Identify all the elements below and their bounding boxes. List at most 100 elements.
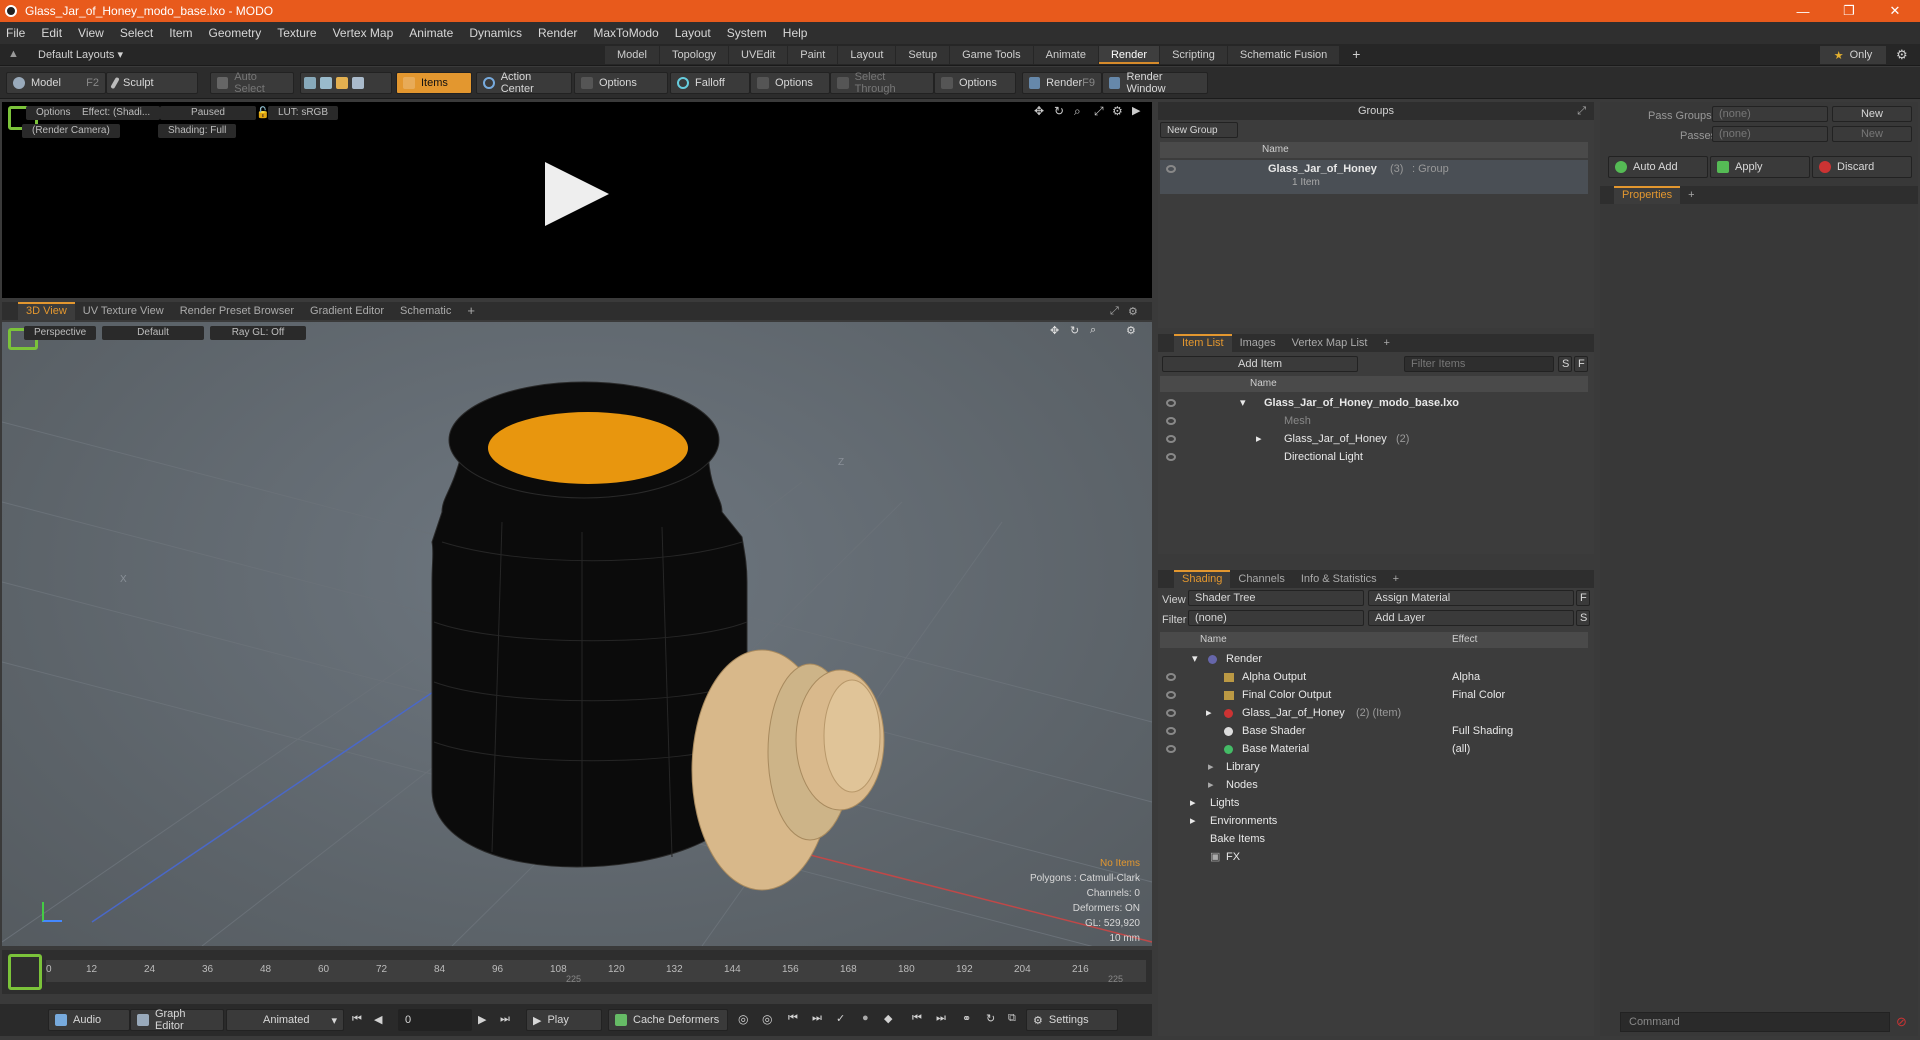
action-center-button[interactable]: Action Center <box>476 71 572 95</box>
play-small-icon[interactable]: ▶ <box>1132 104 1140 117</box>
record-icon[interactable]: ● <box>862 1012 869 1024</box>
3d-viewport[interactable]: Perspective Default Ray GL: Off ✥ ↻ ⌕ ⚙ … <box>2 322 1152 946</box>
settings-button[interactable]: ⚙ Settings <box>1026 1009 1118 1031</box>
auto-key-icon[interactable]: ✓ <box>836 1012 845 1025</box>
tab-scripting[interactable]: Scripting <box>1160 46 1227 64</box>
material-mode-icon[interactable] <box>352 77 364 89</box>
prev-key-icon[interactable]: ⏮ <box>788 1012 798 1025</box>
shader-row[interactable]: ▸ Nodes <box>1160 776 1588 794</box>
list-item[interactable]: ▾ Glass_Jar_of_Honey_modo_base.lxo <box>1160 394 1588 412</box>
eye-icon[interactable] <box>1166 417 1176 425</box>
render-preview[interactable]: Options Effect: (Shadi... Paused 🔓 LUT: … <box>2 102 1152 298</box>
key-all-icon[interactable]: ◎ <box>762 1012 772 1026</box>
graph-editor-button[interactable]: Graph Editor <box>130 1008 224 1032</box>
shader-effect[interactable]: Final Color <box>1452 686 1505 704</box>
expand-icon[interactable]: ▾ <box>1192 650 1198 668</box>
edge-mode-icon[interactable] <box>320 77 332 89</box>
eye-icon[interactable] <box>1166 727 1176 735</box>
f-toggle[interactable]: F <box>1576 590 1590 606</box>
keyframe-icon[interactable]: ◆ <box>884 1012 892 1025</box>
expand-icon[interactable]: ▸ <box>1256 430 1262 448</box>
tab-paint[interactable]: Paint <box>788 46 838 64</box>
sculpt-mode-button[interactable]: Sculpt <box>106 72 198 94</box>
model-mode-button[interactable]: Model F2 <box>6 72 106 94</box>
restore-icon[interactable]: ❐ <box>1826 0 1872 22</box>
falloff-button[interactable]: Falloff <box>670 72 750 94</box>
select-options-button[interactable]: Options <box>934 72 1016 94</box>
tab-schematic[interactable]: Schematic <box>392 302 459 320</box>
tab-render[interactable]: Render <box>1098 46 1160 64</box>
add-item-dropdown[interactable]: Add Item <box>1162 356 1358 372</box>
add-tab-icon[interactable]: + <box>459 302 483 320</box>
filter-dropdown[interactable]: (none) <box>1188 610 1364 626</box>
rotate-icon[interactable]: ↻ <box>1070 324 1079 337</box>
eye-icon[interactable] <box>1166 709 1176 717</box>
eye-icon[interactable] <box>1166 399 1176 407</box>
tab-gradient-editor[interactable]: Gradient Editor <box>302 302 392 320</box>
tab-shading[interactable]: Shading <box>1174 570 1231 588</box>
gear-icon[interactable]: ⚙ <box>1128 305 1138 318</box>
eye-icon[interactable] <box>1166 673 1176 681</box>
shader-row[interactable]: ▣ FX <box>1160 848 1588 866</box>
apply-button[interactable]: Apply <box>1710 156 1810 178</box>
expand-icon[interactable]: ▸ <box>1190 794 1196 812</box>
step-forward-icon[interactable]: ▶ <box>478 1013 486 1026</box>
prev-frame-icon[interactable]: ⏮ <box>912 1012 922 1025</box>
menu-select[interactable]: Select <box>120 26 153 40</box>
zoom-icon[interactable]: ⌕ <box>1090 324 1096 337</box>
gear-icon[interactable]: ⚙ <box>1126 324 1136 337</box>
menu-item[interactable]: Item <box>169 26 192 40</box>
select-through-button[interactable]: Select Through <box>830 71 934 95</box>
shader-effect[interactable]: (all) <box>1452 740 1470 758</box>
close-icon[interactable]: ✕ <box>1872 0 1918 22</box>
menu-system[interactable]: System <box>727 26 767 40</box>
eye-icon[interactable] <box>1166 435 1176 443</box>
shader-effect[interactable]: Alpha <box>1452 668 1480 686</box>
audio-button[interactable]: Audio <box>48 1009 130 1031</box>
collapse-icon[interactable]: ▲ <box>8 48 19 60</box>
zoom-icon[interactable]: ⌕ <box>1074 104 1081 119</box>
assign-material-button[interactable]: Assign Material <box>1368 590 1574 606</box>
add-tab-icon[interactable]: + <box>1680 186 1702 204</box>
menu-help[interactable]: Help <box>783 26 808 40</box>
tab-model[interactable]: Model <box>605 46 659 64</box>
polygon-mode-icon[interactable] <box>336 77 348 89</box>
menu-maxtomodo[interactable]: MaxToModo <box>593 26 658 40</box>
menu-geometry[interactable]: Geometry <box>209 26 262 40</box>
gear-icon[interactable]: ⚙ <box>1112 104 1123 118</box>
only-toggle[interactable]: ★ Only <box>1820 46 1886 64</box>
new-pass-button[interactable]: New <box>1832 126 1912 142</box>
menu-render[interactable]: Render <box>538 26 577 40</box>
frame-input[interactable]: 0 <box>398 1009 472 1031</box>
s-toggle[interactable]: S <box>1576 610 1590 626</box>
paused-toggle[interactable]: Paused <box>160 106 256 120</box>
menu-file[interactable]: File <box>6 26 25 40</box>
add-tab-icon[interactable]: + <box>1385 570 1407 588</box>
step-back-icon[interactable]: ◀ <box>374 1013 382 1026</box>
menu-view[interactable]: View <box>78 26 104 40</box>
error-icon[interactable]: ⊘ <box>1896 1014 1907 1030</box>
render-window-button[interactable]: Render Window <box>1102 71 1208 95</box>
gear-icon[interactable]: ⚙ <box>1896 47 1908 63</box>
tab-3d-view[interactable]: 3D View <box>18 302 75 320</box>
pass-groups-dropdown[interactable]: (none) <box>1712 106 1828 122</box>
timeline[interactable]: 0 12 24 36 48 60 72 84 96 108 120 132 14… <box>2 950 1152 994</box>
shading-dropdown[interactable]: Shading: Full <box>158 124 237 138</box>
shader-row[interactable]: Bake Items <box>1160 830 1588 848</box>
style-dropdown[interactable]: Default <box>102 326 204 340</box>
tab-item-list[interactable]: Item List <box>1174 334 1232 352</box>
shader-row[interactable]: Final Color Output Final Color <box>1160 686 1588 704</box>
list-item[interactable]: ▸ Glass_Jar_of_Honey (2) <box>1160 430 1588 448</box>
perspective-dropdown[interactable]: Perspective <box>24 326 97 340</box>
rotate-icon[interactable]: ↻ <box>1054 104 1064 118</box>
add-layer-dropdown[interactable]: Add Layer <box>1368 610 1574 626</box>
expand-icon[interactable]: ▸ <box>1206 704 1212 722</box>
tab-uvedit[interactable]: UVEdit <box>729 46 788 64</box>
tab-topology[interactable]: Topology <box>659 46 729 64</box>
play-button[interactable]: ▶ Play <box>526 1009 602 1031</box>
move-icon[interactable]: ✥ <box>1050 324 1059 337</box>
shader-row[interactable]: ▸ Library <box>1160 758 1588 776</box>
shader-row[interactable]: ▾ Render <box>1160 650 1588 668</box>
tab-render-preset-browser[interactable]: Render Preset Browser <box>172 302 302 320</box>
passes-dropdown[interactable]: (none) <box>1712 126 1828 142</box>
